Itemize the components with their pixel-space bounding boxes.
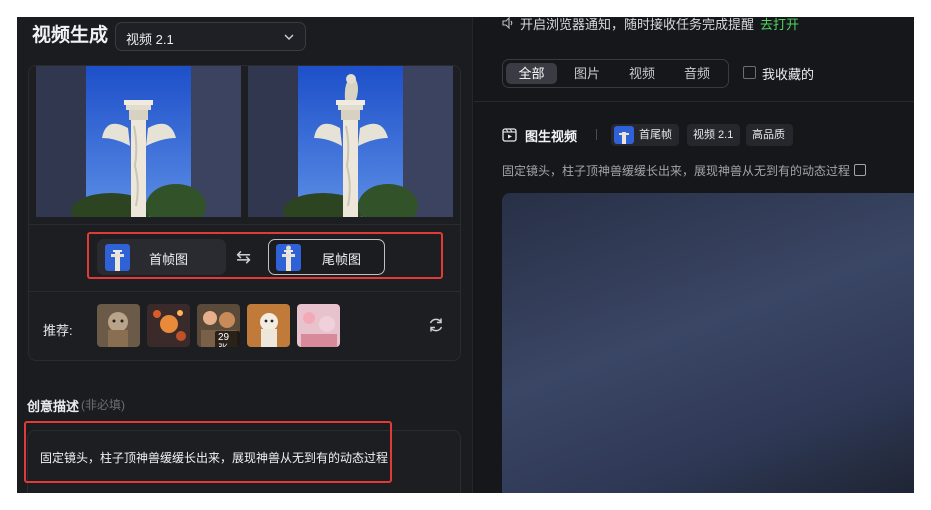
favorites-checkbox-box xyxy=(743,66,756,79)
last-frame-button[interactable]: 尾帧图 xyxy=(268,239,385,275)
tab-images[interactable]: 图片 xyxy=(562,63,612,84)
last-frame-thumbnail xyxy=(276,244,301,271)
description-title: 创意描述 xyxy=(27,399,80,414)
task-title: 图生视频 xyxy=(525,129,578,144)
description-text: 固定镜头，柱子顶神兽缓缓长出来，展现神兽从无到有的动态过程 xyxy=(40,451,389,465)
tab-all[interactable]: 全部 xyxy=(506,63,557,84)
page-title: 视频生成 xyxy=(32,25,109,46)
notification-banner: 开启浏览器通知，随时接收任务完成提醒 去打开 xyxy=(502,17,799,33)
type-filter-tabs: 全部 图片 视频 音频 xyxy=(502,59,729,88)
enable-notifications-link[interactable]: 去打开 xyxy=(760,17,799,32)
results-panel: 开启浏览器通知，随时接收任务完成提醒 去打开 全部 图片 视频 音频 我收藏的 图… xyxy=(474,17,914,493)
swap-frames-icon[interactable]: ⇆ xyxy=(236,248,251,266)
description-input[interactable]: 固定镜头，柱子顶神兽缓缓长出来，展现神兽从无到有的动态过程 xyxy=(27,430,461,493)
pillar-image xyxy=(36,66,241,217)
video-result-preview[interactable] xyxy=(502,193,914,493)
recommend-thumb-cat[interactable] xyxy=(97,304,140,347)
first-frame-button[interactable]: 首帧图 xyxy=(97,239,226,275)
video-generation-app: 视频生成 视频 2.1 首帧图 ⇆ 尾帧图 推荐: 29 创意描述 (非必填) … xyxy=(17,17,914,493)
panel-header: 视频生成 视频 2.1 xyxy=(17,17,473,65)
separator xyxy=(596,129,597,140)
tab-audio[interactable]: 音频 xyxy=(672,63,722,84)
tag-thumbnail xyxy=(614,126,634,144)
pillar-with-beast-image xyxy=(248,66,453,217)
recommend-thumb-more[interactable]: 29张 xyxy=(197,304,240,347)
favorites-label: 我收藏的 xyxy=(762,67,815,82)
first-frame-label: 首帧图 xyxy=(149,252,189,267)
model-select[interactable]: 视频 2.1 xyxy=(115,22,306,51)
description-hint: (非必填) xyxy=(81,398,125,412)
recommend-thumb-candy[interactable] xyxy=(297,304,340,347)
copy-icon[interactable] xyxy=(854,164,867,176)
generation-panel: 视频生成 视频 2.1 首帧图 ⇆ 尾帧图 推荐: 29 创意描述 (非必填) … xyxy=(17,17,473,493)
last-frame-label: 尾帧图 xyxy=(322,252,362,267)
task-prompt: 固定镜头，柱子顶神兽缓缓长出来，展现神兽从无到有的动态过程 xyxy=(502,162,867,179)
recommend-thumb-lights[interactable] xyxy=(147,304,190,347)
chevron-down-icon xyxy=(284,34,294,40)
last-frame-preview[interactable] xyxy=(248,66,453,217)
tag-first-last-frame: 首尾帧 xyxy=(611,124,679,146)
frames-card: 首帧图 ⇆ 尾帧图 推荐: 29张 xyxy=(28,65,461,361)
notification-text: 开启浏览器通知，随时接收任务完成提醒 xyxy=(520,17,755,32)
speaker-icon xyxy=(502,17,515,32)
first-frame-preview[interactable] xyxy=(36,66,241,217)
refresh-icon[interactable] xyxy=(427,316,445,334)
video-task-icon xyxy=(502,128,517,142)
tag-model-version: 视频 2.1 xyxy=(687,124,740,146)
tab-videos[interactable]: 视频 xyxy=(617,63,667,84)
task-prompt-text: 固定镜头，柱子顶神兽缓缓长出来，展现神兽从无到有的动态过程 xyxy=(502,164,851,178)
model-select-value: 视频 2.1 xyxy=(126,32,174,47)
divider xyxy=(474,101,914,102)
tag-quality: 高品质 xyxy=(746,124,793,146)
recommend-thumb-dog[interactable] xyxy=(247,304,290,347)
frame-selector: 首帧图 ⇆ 尾帧图 xyxy=(29,224,460,292)
recommend-count-badge: 29张 xyxy=(215,331,240,347)
first-frame-thumbnail xyxy=(105,244,130,271)
recommend-label: 推荐: xyxy=(43,323,73,338)
tag-label: 首尾帧 xyxy=(639,129,672,141)
